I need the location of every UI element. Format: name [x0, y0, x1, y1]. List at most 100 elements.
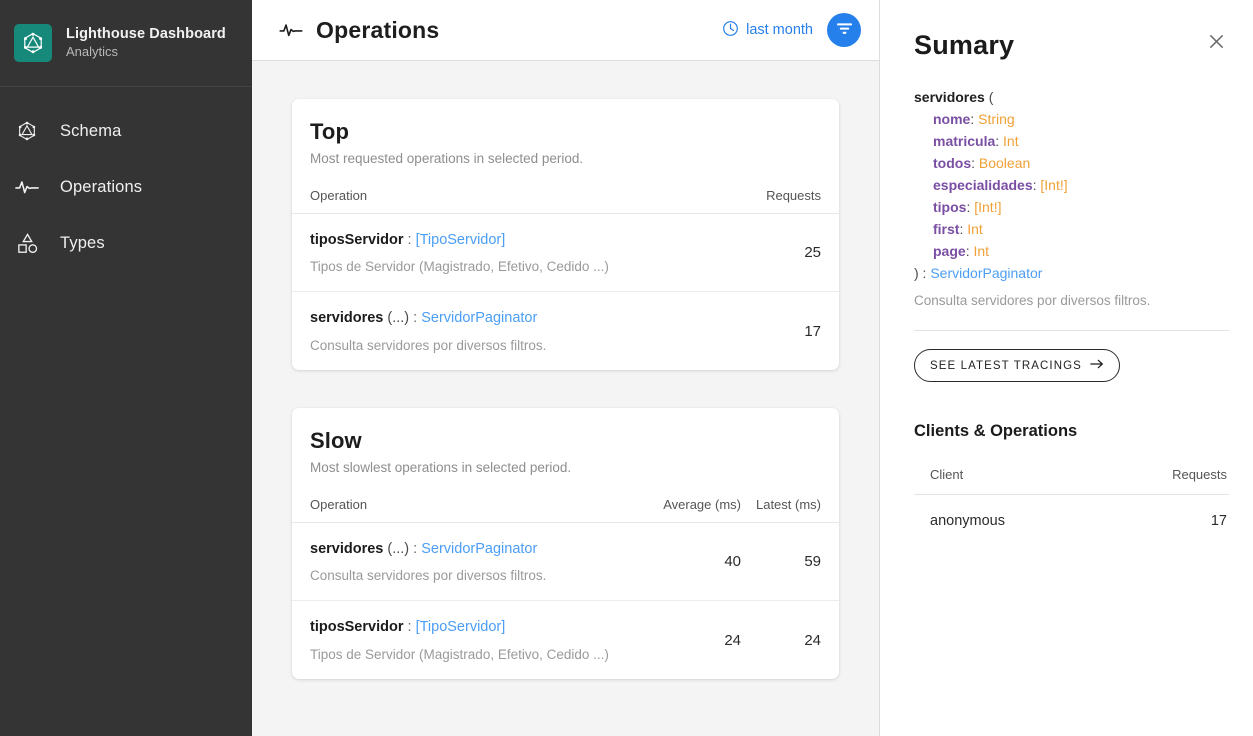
- card-title: Top: [310, 119, 349, 144]
- requests-value: 17: [804, 322, 821, 340]
- latest-value: 24: [804, 631, 821, 649]
- latest-value: 59: [804, 553, 821, 570]
- card-header: Top Most requested operations in selecte…: [292, 99, 839, 166]
- filter-button[interactable]: [827, 13, 861, 47]
- operation-separator: :: [403, 619, 416, 636]
- client-name: anonymous: [930, 513, 1005, 529]
- arg-type: [Int!]: [1040, 177, 1068, 193]
- operation-cell: servidores (...) : ServidorPaginator Con…: [310, 540, 661, 584]
- column-header-average: Average (ms): [663, 497, 741, 512]
- arg-separator: :: [970, 111, 979, 127]
- activity-pulse-icon: [14, 174, 40, 200]
- operation-return-type[interactable]: ServidorPaginator: [421, 310, 537, 326]
- signature-arg: matricula: Int: [914, 130, 1229, 152]
- see-latest-tracings-button[interactable]: SEE LATEST TRACINGS: [914, 349, 1120, 382]
- page-title: Operations: [316, 16, 440, 43]
- graphql-signature: servidores ( nome: String matricula: Int…: [914, 86, 1229, 284]
- summary-description: Consulta servidores por diversos filtros…: [914, 293, 1151, 308]
- operation-cell: tiposServidor : [TipoServidor] Tipos de …: [310, 618, 661, 662]
- signature-arg: todos: Boolean: [914, 152, 1229, 174]
- arg-name: todos: [933, 155, 972, 171]
- operation-description: Consulta servidores por diversos filtros…: [310, 337, 547, 353]
- close-icon: [1208, 33, 1225, 53]
- signature-return-type[interactable]: ServidorPaginator: [930, 265, 1042, 281]
- operation-separator: :: [403, 231, 416, 248]
- requests-value: 25: [804, 244, 821, 261]
- summary-title: Sumary: [914, 30, 1015, 60]
- app-root: Lighthouse Dashboard Analytics Schema Op…: [0, 0, 1253, 736]
- column-header-client: Client: [930, 467, 964, 482]
- signature-close-paren: ) :: [914, 265, 931, 281]
- operation-cell: tiposServidor : [TipoServidor] Tipos de …: [310, 231, 741, 275]
- table-row[interactable]: tiposServidor : [TipoServidor] Tipos de …: [292, 601, 839, 679]
- close-button[interactable]: [1203, 30, 1229, 56]
- page-header: Operations last month: [252, 0, 879, 61]
- signature-open-paren: (: [984, 89, 994, 105]
- arrow-right-icon: [1090, 358, 1104, 373]
- signature-open-line: servidores (: [914, 86, 1229, 108]
- arg-name: tipos: [933, 199, 967, 215]
- arg-name: matricula: [933, 133, 996, 149]
- table-row[interactable]: tiposServidor : [TipoServidor] Tipos de …: [292, 214, 839, 292]
- operation-signature: servidores (...) : ServidorPaginator: [310, 540, 651, 560]
- operation-description: Tipos de Servidor (Magistrado, Efetivo, …: [310, 259, 609, 275]
- arg-separator: :: [995, 133, 1004, 149]
- summary-header: Sumary: [914, 30, 1229, 61]
- table-header: Operation Requests: [292, 166, 839, 214]
- signature-arg: tipos: [Int!]: [914, 196, 1229, 218]
- card-title: Slow: [310, 428, 362, 453]
- client-requests: 17: [1210, 513, 1227, 529]
- operation-separator: :: [409, 310, 422, 327]
- column-header-operation: Operation: [310, 188, 368, 203]
- main-column: Operations last month Top Most requested…: [252, 0, 880, 736]
- arg-name: first: [933, 221, 960, 237]
- operation-name: tiposServidor: [310, 619, 404, 636]
- operation-name: tiposServidor: [310, 231, 404, 248]
- column-header-latest: Latest (ms): [755, 497, 821, 512]
- sidebar-item-label: Types: [60, 233, 105, 252]
- operation-return-type[interactable]: [TipoServidor]: [416, 232, 506, 248]
- brand-subtitle: Analytics: [66, 44, 119, 60]
- arg-type: Boolean: [978, 155, 1031, 171]
- arg-name: nome: [933, 111, 971, 127]
- page-header-right: last month: [722, 13, 861, 47]
- operation-signature: tiposServidor : [TipoServidor]: [310, 618, 651, 638]
- table-row[interactable]: anonymous 17: [914, 495, 1229, 539]
- filter-funnel-icon: [836, 21, 853, 39]
- signature-field-name: servidores: [914, 89, 985, 105]
- card-subtitle: Most slowlest operations in selected per…: [310, 460, 572, 475]
- table-row[interactable]: servidores (...) : ServidorPaginator Con…: [292, 523, 839, 601]
- operation-return-type[interactable]: ServidorPaginator: [421, 541, 537, 557]
- sidebar-item-label: Operations: [60, 177, 143, 196]
- arg-name: especialidades: [933, 177, 1033, 193]
- operation-signature: servidores (...) : ServidorPaginator: [310, 309, 731, 329]
- sidebar: Lighthouse Dashboard Analytics Schema Op…: [0, 0, 252, 736]
- brand[interactable]: Lighthouse Dashboard Analytics: [0, 0, 252, 86]
- period-selector[interactable]: last month: [722, 20, 813, 41]
- activity-pulse-icon: [278, 17, 304, 43]
- graphql-logo-icon: [14, 24, 52, 62]
- column-header-operation: Operation: [310, 497, 368, 512]
- summary-panel: Sumary servidores ( nome: String matricu…: [880, 0, 1253, 736]
- sidebar-item-types[interactable]: Types: [0, 215, 252, 271]
- shapes-types-icon: [14, 230, 40, 256]
- clients-table: Client Requests anonymous 17: [914, 467, 1229, 539]
- sidebar-item-schema[interactable]: Schema: [0, 103, 252, 159]
- clients-table-header: Client Requests: [914, 467, 1229, 495]
- signature-arg: especialidades: [Int!]: [914, 174, 1229, 196]
- page-header-left: Operations: [278, 17, 439, 44]
- operation-cell: servidores (...) : ServidorPaginator Con…: [310, 309, 741, 353]
- table-row[interactable]: servidores (...) : ServidorPaginator Con…: [292, 292, 839, 370]
- operation-return-type[interactable]: [TipoServidor]: [416, 619, 506, 635]
- operation-description: Consulta servidores por diversos filtros…: [310, 568, 547, 584]
- arg-type: Int: [967, 221, 983, 237]
- arg-type: Int: [1003, 133, 1019, 149]
- signature-close-line: ) : ServidorPaginator: [914, 262, 1229, 284]
- arg-type: [Int!]: [974, 199, 1002, 215]
- arg-separator: :: [971, 155, 979, 171]
- see-latest-tracings-label: SEE LATEST TRACINGS: [930, 359, 1082, 372]
- sidebar-item-operations[interactable]: Operations: [0, 159, 252, 215]
- cards-scroll-area[interactable]: Top Most requested operations in selecte…: [252, 61, 879, 736]
- column-header-requests: Requests: [1172, 467, 1227, 482]
- clock-icon: [722, 20, 739, 41]
